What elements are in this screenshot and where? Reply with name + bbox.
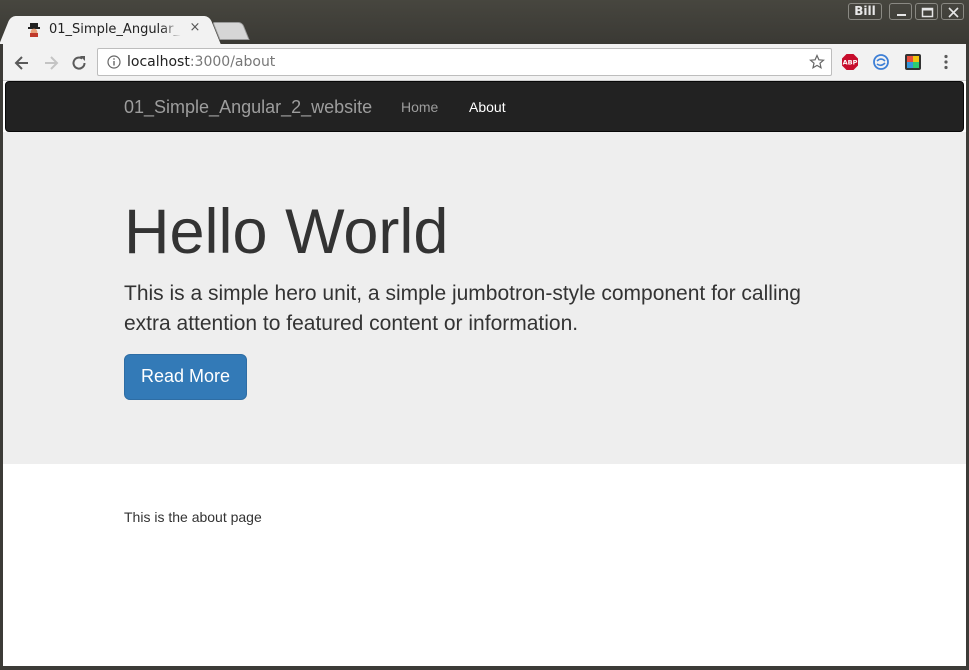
page-viewport: 01_Simple_Angular_2_website Home About H… bbox=[3, 81, 966, 666]
close-window-button[interactable] bbox=[941, 3, 964, 20]
new-tab-button[interactable] bbox=[212, 22, 250, 40]
site-info-icon[interactable] bbox=[107, 55, 121, 69]
jumbotron-title: Hello World bbox=[124, 197, 449, 267]
about-page-text: This is the about page bbox=[124, 509, 262, 525]
jumbotron-lead: This is a simple hero unit, a simple jum… bbox=[124, 282, 801, 335]
nav-link-about[interactable]: About bbox=[469, 99, 506, 115]
close-icon bbox=[948, 7, 959, 18]
navbar-brand[interactable]: 01_Simple_Angular_2_website bbox=[124, 97, 372, 118]
tab-title: 01_Simple_Angular_2_website bbox=[49, 22, 181, 37]
minimize-button[interactable] bbox=[889, 3, 912, 20]
profile-button[interactable]: Bill bbox=[848, 3, 882, 20]
minimize-icon bbox=[897, 14, 906, 16]
adblock-plus-icon[interactable]: ABP bbox=[841, 53, 859, 71]
browser-menu-icon[interactable] bbox=[937, 53, 955, 71]
maximize-button[interactable] bbox=[915, 3, 938, 20]
nav-link-home[interactable]: Home bbox=[401, 99, 438, 115]
url-host: localhost bbox=[127, 54, 190, 70]
back-icon[interactable] bbox=[12, 53, 32, 73]
forward-icon[interactable] bbox=[41, 53, 61, 73]
browser-toolbar: localhost:3000/about ABP bbox=[3, 44, 966, 81]
window-title-bar: 01_Simple_Angular_2_website × Bill bbox=[0, 0, 969, 44]
svg-text:ABP: ABP bbox=[843, 59, 858, 67]
url-path: :3000/about bbox=[189, 54, 276, 70]
sync-extension-icon[interactable] bbox=[872, 53, 890, 71]
browser-tab[interactable]: 01_Simple_Angular_2_website × bbox=[12, 16, 208, 44]
jumbotron: Hello World This is a simple hero unit, … bbox=[3, 132, 966, 464]
bookmark-star-icon[interactable] bbox=[809, 54, 825, 70]
read-more-button[interactable]: Read More bbox=[124, 354, 247, 400]
url-text: localhost:3000/about bbox=[127, 54, 275, 70]
tab-close-icon[interactable]: × bbox=[188, 21, 202, 35]
tab-favicon-icon bbox=[28, 23, 40, 37]
reload-icon[interactable] bbox=[69, 53, 89, 73]
color-extension-icon[interactable] bbox=[904, 53, 922, 71]
address-bar[interactable]: localhost:3000/about bbox=[97, 48, 832, 76]
site-navbar: 01_Simple_Angular_2_website Home About bbox=[5, 81, 964, 132]
maximize-icon bbox=[921, 7, 934, 18]
